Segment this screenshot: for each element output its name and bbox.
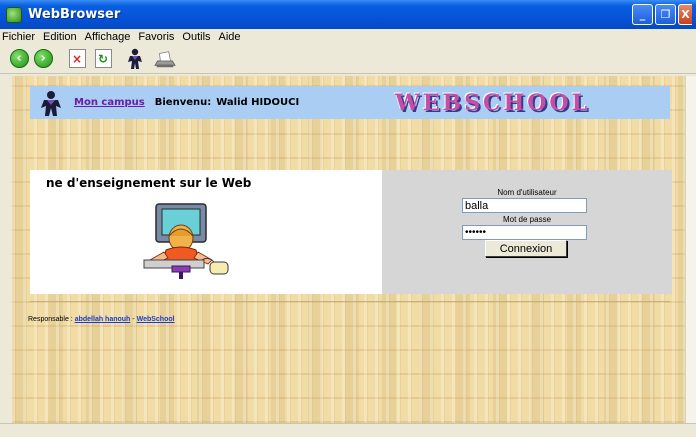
refresh-button[interactable]: ↻	[92, 48, 114, 70]
menu-edition[interactable]: Edition	[40, 31, 80, 43]
user-name: Walid HIDOUCI	[216, 97, 300, 108]
back-button[interactable]: ‹	[8, 48, 30, 70]
menu-affichage[interactable]: Affichage	[82, 31, 134, 43]
webschool-logo: WEBSCHOOL	[395, 89, 591, 116]
username-label: Nom d'utilisateur	[497, 188, 557, 197]
slogan-text: ne d'enseignement sur le Web	[46, 176, 252, 190]
header-band: Mon campus Bienvenu: Walid HIDOUCI WEBSC…	[30, 86, 670, 119]
stop-button[interactable]: ×	[66, 48, 88, 70]
minimize-button[interactable]: _	[632, 4, 653, 25]
login-panel: Nom d'utilisateur balla Mot de passe •••…	[382, 170, 672, 294]
refresh-icon: ↻	[94, 49, 112, 68]
campus-area: Mon campus Bienvenu: Walid HIDOUCI	[30, 86, 380, 119]
vertical-scrollbar[interactable]	[685, 76, 696, 423]
title-bar: WebBrowser _ ❐ X	[0, 0, 696, 29]
maximize-button[interactable]: ❐	[655, 4, 676, 25]
campus-person-icon	[41, 90, 61, 116]
password-input[interactable]: ••••••	[462, 225, 587, 240]
menu-bar: Fichier Edition Affichage Favoris Outils…	[0, 29, 696, 44]
menu-favoris[interactable]: Favoris	[135, 31, 177, 43]
person-icon	[128, 48, 142, 69]
page-viewport: Mon campus Bienvenu: Walid HIDOUCI WEBSC…	[12, 76, 685, 423]
forward-button[interactable]: ›	[32, 48, 54, 70]
password-label: Mot de passe	[502, 215, 552, 224]
toolbar: ‹ › × ↻	[0, 44, 696, 74]
webschool-link[interactable]: WebSchool	[137, 316, 175, 323]
back-arrow-icon: ‹	[9, 49, 29, 68]
computer-user-illustration	[143, 203, 229, 279]
menu-fichier[interactable]: Fichier	[0, 31, 38, 43]
menu-outils[interactable]: Outils	[179, 31, 213, 43]
window-title: WebBrowser	[28, 7, 121, 22]
responsible-link[interactable]: abdellah hanouh	[75, 316, 131, 323]
footer-prefix: Responsable :	[28, 316, 73, 323]
footer-separator: -	[132, 316, 135, 323]
print-button[interactable]	[154, 48, 176, 70]
status-bar	[0, 423, 696, 437]
campus-link[interactable]: Mon campus	[74, 97, 145, 108]
close-button[interactable]: X	[678, 4, 692, 25]
window-controls: _ ❐ X	[632, 4, 692, 25]
menu-aide[interactable]: Aide	[216, 31, 244, 43]
browser-app-icon	[6, 6, 22, 23]
footer: Responsable : abdellah hanouh - WebSchoo…	[28, 316, 175, 323]
home-button[interactable]	[124, 48, 146, 70]
stop-icon: ×	[68, 49, 86, 68]
intro-panel: ne d'enseignement sur le Web	[30, 170, 382, 294]
username-input[interactable]: balla	[462, 198, 587, 213]
connexion-button[interactable]: Connexion	[485, 240, 567, 257]
welcome-label: Bienvenu:	[154, 97, 212, 108]
footer-divider	[30, 301, 670, 302]
forward-arrow-icon: ›	[33, 49, 53, 68]
print-icon	[154, 50, 176, 67]
